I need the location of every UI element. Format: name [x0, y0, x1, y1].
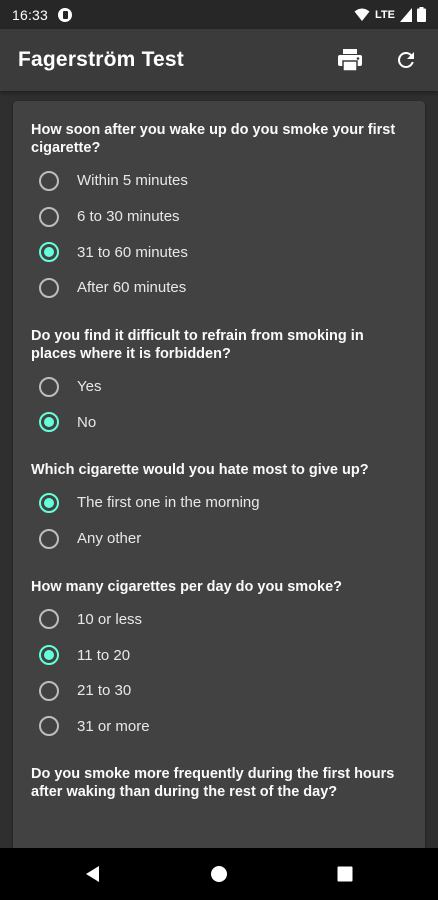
question-2: Do you find it difficult to refrain from… — [31, 327, 407, 440]
option-label: 10 or less — [77, 610, 143, 628]
radio-checked-icon[interactable] — [39, 242, 59, 263]
radio-checked-icon[interactable] — [39, 645, 59, 666]
option-label: 31 to 60 minutes — [77, 243, 188, 261]
radio-unchecked-icon[interactable] — [39, 206, 59, 227]
radio-option[interactable]: Any other — [31, 521, 407, 557]
back-icon — [86, 866, 99, 882]
radio-option[interactable]: 31 to 60 minutes — [31, 234, 407, 270]
status-bar: 16:33 LTE — [0, 0, 438, 29]
question-1: How soon after you wake up do you smoke … — [31, 121, 407, 306]
print-icon — [338, 49, 362, 71]
question-text: How many cigarettes per day do you smoke… — [31, 578, 343, 595]
notification-icon — [58, 7, 73, 22]
radio-option[interactable]: 31 or more — [31, 709, 407, 745]
option-label: Yes — [77, 378, 102, 396]
app-bar: Fagerström Test — [0, 29, 438, 91]
question-5: Do you smoke more frequently during the … — [31, 765, 407, 801]
option-label: No — [77, 413, 97, 431]
radio-checked-icon[interactable] — [39, 492, 59, 513]
radio-option[interactable]: 6 to 30 minutes — [31, 199, 407, 235]
recents-icon — [337, 866, 353, 882]
option-label: Within 5 minutes — [77, 172, 188, 190]
option-label: 11 to 20 — [77, 646, 131, 664]
radio-unchecked-icon[interactable] — [39, 680, 59, 701]
reset-button[interactable] — [392, 46, 420, 74]
refresh-icon — [397, 51, 414, 68]
radio-unchecked-icon[interactable] — [39, 716, 59, 737]
question-3: Which cigarette would you hate most to g… — [31, 461, 407, 556]
radio-option[interactable]: No — [31, 404, 407, 440]
option-label: After 60 minutes — [77, 279, 187, 297]
battery-icon — [417, 7, 426, 22]
page-title: Fagerström Test — [18, 48, 184, 71]
radio-unchecked-icon[interactable] — [39, 376, 59, 397]
network-type: LTE — [375, 8, 395, 21]
radio-option[interactable]: Yes — [31, 369, 407, 405]
question-text: Which cigarette would you hate most to g… — [31, 462, 369, 479]
app-bar-actions — [336, 46, 420, 74]
radio-unchecked-icon[interactable] — [39, 609, 59, 630]
radio-option[interactable]: The first one in the morning — [31, 485, 407, 521]
radio-option[interactable]: 21 to 30 — [31, 673, 407, 709]
print-button[interactable] — [336, 46, 364, 74]
home-button[interactable] — [156, 848, 282, 900]
option-label: The first one in the morning — [77, 494, 260, 512]
navigation-bar — [0, 848, 438, 900]
radio-unchecked-icon[interactable] — [39, 170, 59, 191]
option-label: Any other — [77, 530, 142, 548]
question-text: Do you find it difficult to refrain from… — [31, 327, 364, 362]
radio-checked-icon[interactable] — [39, 412, 59, 433]
question-text: Do you smoke more frequently during the … — [31, 766, 395, 801]
radio-option[interactable]: After 60 minutes — [31, 270, 407, 306]
recents-button[interactable] — [282, 848, 408, 900]
status-time: 16:33 — [12, 6, 49, 23]
radio-option[interactable]: 11 to 20 — [31, 637, 407, 673]
radio-option[interactable]: 10 or less — [31, 602, 407, 638]
option-label: 31 or more — [77, 717, 150, 735]
question-list: How soon after you wake up do you smoke … — [13, 101, 425, 801]
radio-option[interactable]: Within 5 minutes — [31, 163, 407, 199]
question-text: How soon after you wake up do you smoke … — [31, 122, 396, 156]
back-button[interactable] — [30, 848, 156, 900]
radio-unchecked-icon[interactable] — [39, 277, 59, 298]
option-label: 6 to 30 minutes — [77, 208, 180, 226]
questionnaire-card: How soon after you wake up do you smoke … — [13, 101, 425, 861]
wifi-icon — [354, 8, 370, 21]
signal-icon — [400, 7, 412, 22]
home-icon — [211, 866, 227, 882]
radio-unchecked-icon[interactable] — [39, 528, 59, 549]
question-4: How many cigarettes per day do you smoke… — [31, 578, 407, 745]
status-icons: LTE — [354, 7, 426, 22]
option-label: 21 to 30 — [77, 682, 132, 700]
